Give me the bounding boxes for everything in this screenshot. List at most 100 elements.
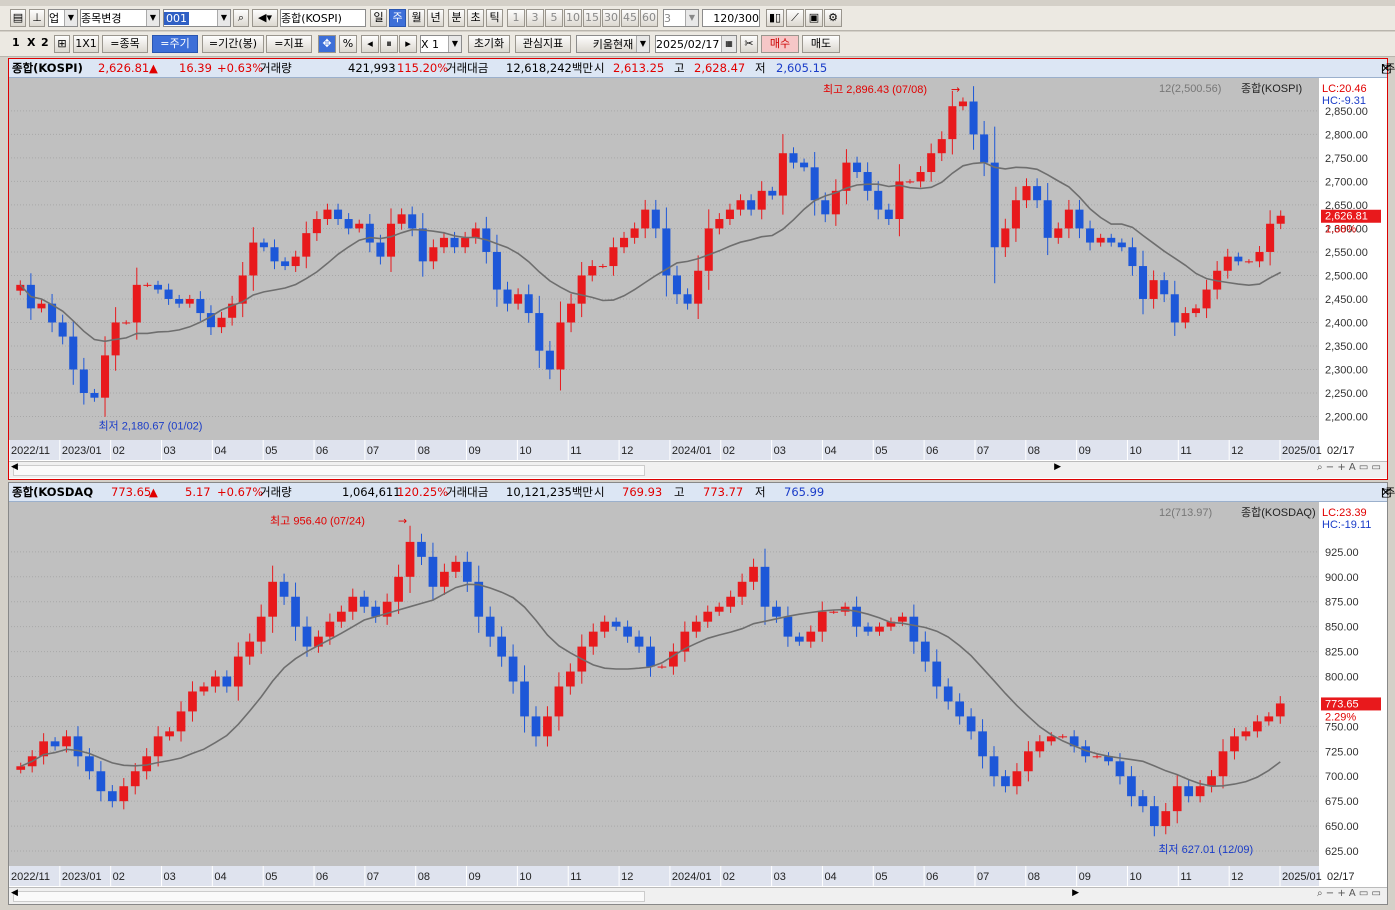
candle [85, 756, 94, 772]
scroll-left-icon[interactable]: ◀ [11, 462, 18, 472]
pause-icon[interactable]: ⏸ [380, 35, 398, 53]
scroll-left-icon[interactable]: ◀ [11, 888, 18, 898]
save-icon[interactable]: ▣ [805, 9, 823, 27]
interval-2-button[interactable]: 5 [545, 9, 563, 27]
interval-0-button[interactable]: 1 [507, 9, 525, 27]
x-tick-label: 09 [469, 445, 481, 457]
kosdaq-scrollbar[interactable]: ◀ ▶ ⌕ − + A ▭ ▭ [9, 887, 1387, 904]
crosshair-icon[interactable]: ✥ [318, 35, 336, 53]
grid-1x1-button[interactable]: 1X1 [73, 35, 99, 53]
reset-button[interactable]: 초기화 [468, 35, 510, 53]
toolbar-item-2-button[interactable]: =기간(봉) [202, 35, 264, 53]
scroll-thumb[interactable] [13, 465, 645, 476]
scroll-right-icon[interactable]: ▶ [1054, 462, 1061, 472]
window-icon[interactable]: ▤ [10, 9, 26, 27]
candle [1035, 741, 1045, 752]
sell-button[interactable]: 매도 [802, 35, 840, 53]
candle [737, 581, 747, 597]
candle [428, 556, 438, 587]
interval-7-button[interactable]: 60 [640, 9, 658, 27]
gear-icon[interactable]: ⚙ [824, 9, 842, 27]
kosdaq-volume: 1,064,611 [342, 485, 401, 499]
count-select[interactable]: 3 ▼ [663, 9, 699, 27]
pin-icon[interactable]: ⊥ [29, 9, 45, 27]
layout-2[interactable]: 2 [41, 36, 49, 49]
candle [1024, 751, 1033, 772]
interval-4-button[interactable]: 15 [583, 9, 601, 27]
prev-icon[interactable]: ◂ [361, 35, 379, 53]
period-0-button[interactable]: 일 [370, 9, 387, 27]
ma-legend: 12(2,500.56) [1159, 83, 1221, 95]
x-tick-label: 02 [723, 445, 735, 457]
candle [439, 237, 448, 248]
watch-indicator-button[interactable]: 관심지표 [515, 35, 571, 53]
x-tick-label: 2024/01 [672, 871, 712, 883]
buy-button[interactable]: 매수 [761, 35, 799, 53]
kospi-candlestick-chart[interactable]: 2,200.00 2,250.00 2,300.00 2,350.00 2,400.00… [9, 78, 1385, 460]
period-4-button[interactable]: 분 [448, 9, 465, 27]
candle [101, 355, 110, 398]
candle [863, 172, 872, 191]
chart-tools-icons[interactable]: ⌕ − + A ▭ ▭ [1317, 462, 1381, 473]
multiplier-select[interactable]: X 1 ▼ [420, 35, 462, 53]
calendar-icon: ▦ [721, 36, 736, 52]
kospi-scrollbar[interactable]: ◀ ▶ ⌕ − + A ▭ ▭ [9, 461, 1387, 478]
scroll-right-icon[interactable]: ▶ [1072, 888, 1079, 898]
toolbar-item-3-button[interactable]: =지표 [266, 35, 312, 53]
code-value: 001 [164, 12, 189, 25]
line-type-icon[interactable]: ⟋ [786, 9, 804, 27]
candle [268, 581, 277, 617]
candle [725, 209, 734, 220]
series-legend: 종합(KOSPI) [1241, 82, 1302, 95]
candle [153, 284, 163, 290]
period-5-button[interactable]: 초 [467, 9, 484, 27]
candle [1184, 786, 1194, 797]
x-tick-label: 11 [570, 445, 581, 457]
change-stock-select[interactable]: 종목변경 ▼ [80, 9, 160, 27]
close-icon[interactable]: ✕ [1381, 484, 1390, 502]
grid-icon[interactable]: ⊞ [54, 35, 70, 53]
kosdaq-change-pct: +0.67% [217, 485, 264, 499]
scroll-thumb[interactable] [13, 891, 645, 902]
candle [376, 242, 385, 257]
period-2-button[interactable]: 월 [408, 9, 425, 27]
candle [927, 153, 936, 173]
layout-x[interactable]: X [27, 36, 35, 49]
toolbar-item-0-button[interactable]: =종목 [102, 35, 148, 53]
interval-5-button[interactable]: 30 [602, 9, 620, 27]
view-count-field[interactable]: 120/300 [702, 9, 760, 27]
period-3-button[interactable]: 년 [427, 9, 444, 27]
candle-type-icon[interactable]: ▮▯ [766, 9, 784, 27]
date-field[interactable]: 2025/02/17 ▦ [655, 35, 737, 53]
dropdown-arrow-icon: ▼ [636, 36, 649, 52]
layout-1[interactable]: 1 [12, 36, 20, 49]
percent-button[interactable]: % [339, 35, 357, 53]
kospi-low: 2,605.15 [776, 61, 828, 75]
speaker-icon[interactable]: ◀▾ [252, 9, 278, 27]
chart-tools-icons[interactable]: ⌕ − + A ▭ ▭ [1317, 888, 1381, 899]
x-tick-label: 12 [1231, 445, 1243, 457]
kosdaq-candlestick-chart[interactable]: 625.00650.00675.00700.00725.00750.00775.… [9, 502, 1385, 886]
candle [634, 636, 644, 647]
interval-1-button[interactable]: 3 [526, 9, 544, 27]
period-1-button[interactable]: 주 [389, 9, 406, 27]
candle [810, 167, 819, 201]
close-icon[interactable]: ✕ [1381, 60, 1390, 78]
kospi-name: 종합(KOSPI) [12, 61, 83, 75]
x-tick-label: 09 [1079, 871, 1091, 883]
tool-icon[interactable]: ✂ [740, 35, 758, 53]
search-icon[interactable]: ⌕ [233, 9, 249, 27]
toolbar-row-1: ▤ ⊥ 업 ▼ 종목변경 ▼ 001 ▼ ⌕ ◀▾ 종합(KOSPI) 일주월년분초틱… [0, 6, 1395, 31]
next-icon[interactable]: ▸ [399, 35, 417, 53]
candle [1115, 761, 1125, 777]
toolbar-item-1-button[interactable]: =주기 [152, 35, 198, 53]
interval-3-button[interactable]: 10 [564, 9, 582, 27]
period-6-button[interactable]: 틱 [486, 9, 503, 27]
price-tag: 773.65 [1325, 698, 1359, 710]
interval-6-button[interactable]: 45 [621, 9, 639, 27]
market-select[interactable]: 업 ▼ [48, 9, 78, 27]
kiwoom-select[interactable]: 키움현재 ▼ [576, 35, 650, 53]
candle [1253, 721, 1262, 732]
code-input[interactable]: 001 ▼ [163, 9, 231, 27]
kospi-change: 16.39 [179, 61, 212, 75]
